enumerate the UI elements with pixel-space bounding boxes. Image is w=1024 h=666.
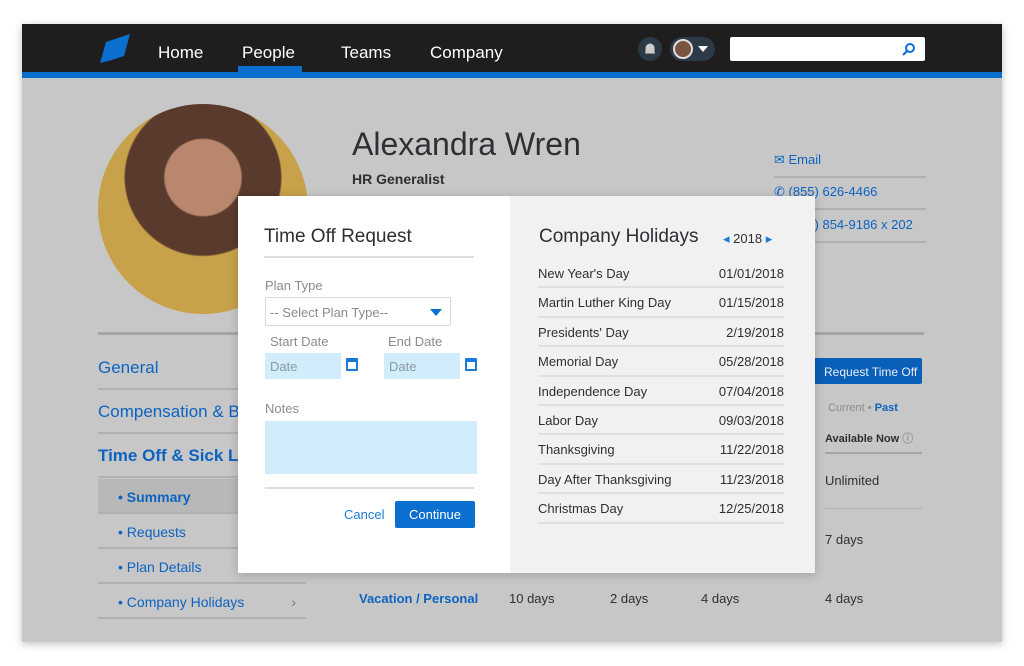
email-label: Email bbox=[788, 152, 822, 167]
nav-accent-bar bbox=[22, 72, 1002, 78]
holiday-name: Thanksgiving bbox=[538, 442, 615, 458]
logo-icon[interactable] bbox=[98, 34, 132, 64]
available-value: 7 days bbox=[825, 532, 864, 547]
nav-teams[interactable]: Teams bbox=[341, 43, 391, 63]
holiday-row: Thanksgiving 11/22/2018 bbox=[538, 435, 784, 465]
holiday-name: New Year's Day bbox=[538, 266, 630, 281]
plan-type-select[interactable]: -- Select Plan Type-- bbox=[265, 297, 451, 326]
holiday-date: 11/22/2018 bbox=[719, 442, 784, 458]
cell: 4 days bbox=[825, 591, 864, 606]
plan-link[interactable]: Vacation / Personal bbox=[359, 591, 478, 606]
plan-type-label: Plan Type bbox=[265, 278, 323, 293]
holiday-date: 05/28/2018 bbox=[718, 354, 784, 370]
holiday-date: 01/15/2018 bbox=[718, 295, 784, 311]
company-holidays-label: • Company Holidays bbox=[118, 594, 245, 610]
holiday-row: Independence Day 07/04/2018 bbox=[538, 377, 784, 406]
end-date-input[interactable]: Date bbox=[384, 353, 460, 379]
nav-home[interactable]: Home bbox=[158, 43, 203, 63]
holiday-row: Presidents' Day 2/19/2018 bbox=[538, 318, 784, 348]
chevron-left-icon[interactable]: ◂ bbox=[723, 231, 730, 246]
notes-textarea[interactable] bbox=[265, 421, 477, 474]
holidays-title: Company Holidays bbox=[539, 226, 699, 247]
time-off-modal: Time Off Request Plan Type -- Select Pla… bbox=[238, 196, 815, 573]
holiday-name: Labor Day bbox=[538, 413, 598, 428]
holiday-row: Martin Luther King Day 01/15/2018 bbox=[538, 288, 784, 318]
cancel-button[interactable]: Cancel bbox=[344, 507, 384, 522]
cell: 10 days bbox=[509, 591, 555, 606]
calendar-icon[interactable] bbox=[346, 358, 358, 371]
year-label: 2018 bbox=[733, 231, 763, 246]
holiday-date: 07/04/2018 bbox=[718, 383, 784, 399]
holiday-name: Day After Thanksgiving bbox=[538, 471, 672, 487]
holiday-row: New Year's Day 01/01/2018 bbox=[538, 259, 784, 289]
chevron-down-icon bbox=[430, 309, 442, 316]
holiday-date: 11/23/2018 bbox=[719, 471, 784, 487]
nav-people[interactable]: People bbox=[242, 43, 295, 63]
holiday-name: Presidents' Day bbox=[538, 324, 629, 340]
holiday-name: Martin Luther King Day bbox=[538, 295, 671, 311]
filter-sep: • bbox=[867, 402, 872, 414]
notes-label: Notes bbox=[265, 401, 299, 416]
col-available-label: Available Now bbox=[825, 433, 900, 445]
col-available-now: Available Now ⓘ bbox=[825, 430, 922, 454]
holiday-name: Independence Day bbox=[538, 383, 648, 399]
chevron-right-icon[interactable]: ▸ bbox=[766, 231, 773, 246]
profile-name: Alexandra Wren bbox=[352, 126, 581, 162]
calendar-icon[interactable] bbox=[465, 358, 477, 371]
holiday-date: 2/19/2018 bbox=[726, 324, 784, 340]
cell: 2 days bbox=[610, 591, 649, 606]
top-nav: Home People Teams Company bbox=[22, 24, 1002, 74]
user-menu[interactable] bbox=[670, 37, 715, 61]
nav-company[interactable]: Company bbox=[430, 43, 503, 63]
filter-current[interactable]: Current bbox=[828, 402, 865, 414]
info-icon: ⓘ bbox=[902, 433, 914, 445]
modal-title: Time Off Request bbox=[264, 226, 474, 258]
chevron-right-icon: › bbox=[291, 594, 296, 610]
app-window: Home People Teams Company Alexandra Wren… bbox=[22, 24, 1002, 642]
holiday-date: 01/01/2018 bbox=[718, 266, 784, 281]
holiday-date: 12/25/2018 bbox=[718, 501, 784, 517]
holiday-date: 09/03/2018 bbox=[718, 413, 784, 428]
email-link[interactable]: ✉ Email bbox=[774, 146, 926, 178]
holiday-row: Christmas Day 12/25/2018 bbox=[538, 494, 784, 524]
filter: Current • Past bbox=[828, 402, 898, 414]
start-date-label: Start Date bbox=[270, 334, 329, 349]
filter-past[interactable]: Past bbox=[875, 402, 898, 414]
plan-type-value: -- Select Plan Type-- bbox=[270, 305, 389, 320]
chevron-down-icon bbox=[698, 46, 708, 52]
available-value: Unlimited bbox=[825, 473, 922, 509]
sidebar-item-company-holidays[interactable]: • Company Holidays › bbox=[98, 584, 306, 619]
holiday-row: Labor Day 09/03/2018 bbox=[538, 406, 784, 436]
bell-icon[interactable] bbox=[638, 37, 662, 61]
end-date-label: End Date bbox=[388, 334, 443, 349]
start-date-input[interactable]: Date bbox=[265, 353, 341, 379]
request-time-off-button[interactable]: Request Time Off bbox=[802, 358, 922, 384]
search-input[interactable] bbox=[730, 37, 925, 61]
profile-title: HR Generalist bbox=[352, 171, 445, 187]
holiday-name: Memorial Day bbox=[538, 354, 619, 370]
holiday-name: Christmas Day bbox=[538, 501, 624, 517]
search-icon[interactable] bbox=[902, 42, 916, 56]
divider bbox=[265, 487, 474, 489]
cell: 4 days bbox=[701, 591, 740, 606]
avatar bbox=[673, 39, 693, 59]
continue-button[interactable]: Continue bbox=[395, 501, 475, 528]
year-selector: ◂ 2018 ▸ bbox=[723, 231, 772, 247]
holiday-row: Memorial Day 05/28/2018 bbox=[538, 347, 784, 377]
holiday-row: Day After Thanksgiving 11/23/2018 bbox=[538, 465, 784, 495]
